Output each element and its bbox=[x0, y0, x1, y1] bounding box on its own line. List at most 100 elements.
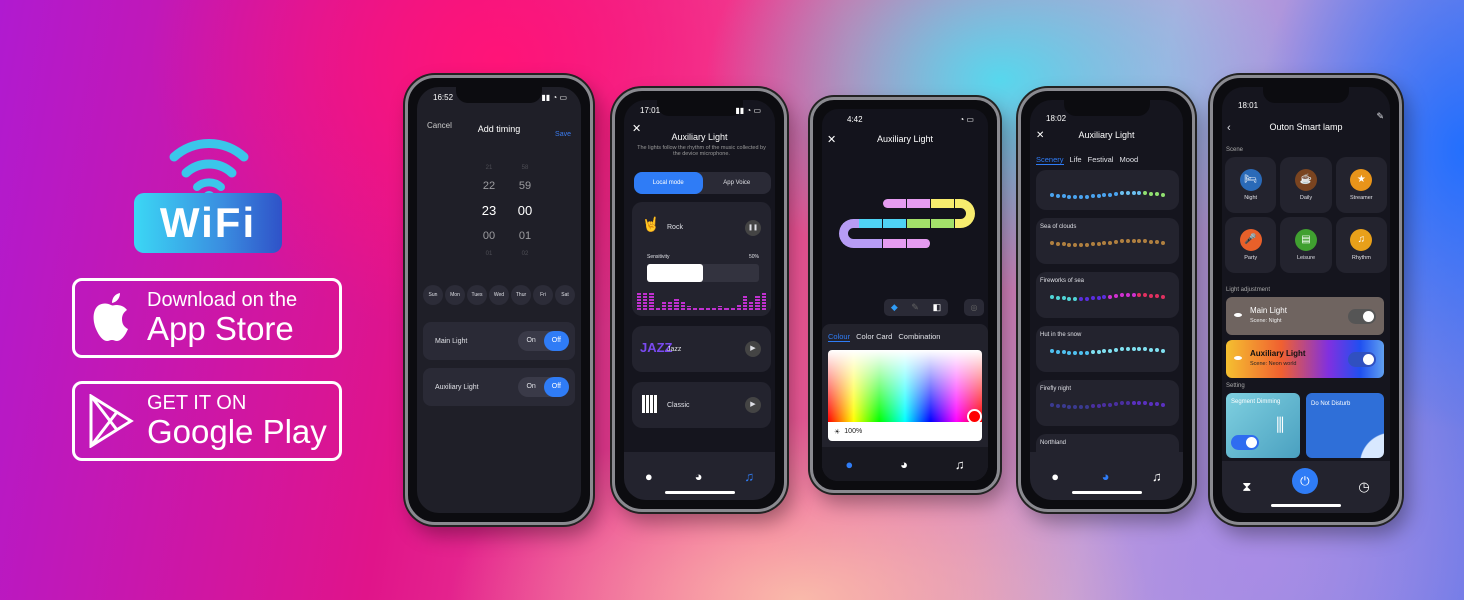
scene-card[interactable] bbox=[1036, 170, 1179, 210]
clock-icon[interactable]: ◷ bbox=[1358, 479, 1369, 495]
timer-icon[interactable]: ⧗ bbox=[1242, 479, 1251, 495]
segment-dimming-card[interactable]: Segment Dimming ⫼ bbox=[1226, 393, 1300, 458]
color-picker[interactable] bbox=[828, 350, 982, 424]
scene-card[interactable]: Sea of clouds bbox=[1036, 218, 1179, 264]
strip-segment[interactable] bbox=[907, 199, 931, 208]
off-option[interactable]: Off bbox=[543, 331, 569, 351]
on-off-toggle[interactable]: On Off bbox=[518, 331, 569, 351]
minute-picker[interactable]: 58 59 00 01 02 bbox=[505, 162, 545, 260]
strip-segment[interactable] bbox=[907, 219, 931, 228]
color-dot bbox=[1131, 239, 1136, 243]
off-option[interactable]: Off bbox=[543, 377, 569, 397]
picker-value[interactable]: 58 bbox=[505, 162, 545, 174]
hour-picker[interactable]: 21 22 23 00 01 bbox=[469, 162, 509, 260]
strip-segment[interactable] bbox=[859, 219, 883, 228]
bulb-icon[interactable]: ● bbox=[645, 469, 653, 484]
day-chip[interactable]: Mon bbox=[445, 285, 465, 305]
scene-card[interactable]: Hut in the snow bbox=[1036, 326, 1179, 372]
tab-local-mode[interactable]: Local mode bbox=[634, 172, 703, 194]
day-chip[interactable]: Wed bbox=[489, 285, 509, 305]
picker-value[interactable]: 59 bbox=[505, 174, 545, 198]
picker-value[interactable]: 02 bbox=[505, 248, 545, 260]
strip-segment[interactable] bbox=[883, 199, 907, 208]
strip-segment[interactable] bbox=[907, 239, 931, 248]
app-store-button[interactable]: Download on the App Store bbox=[72, 278, 342, 358]
play-button[interactable]: ▶ bbox=[745, 341, 761, 357]
color-picker-handle[interactable] bbox=[967, 409, 982, 424]
mode-card-classic[interactable]: Classic ▶ bbox=[632, 382, 771, 428]
music-icon[interactable]: ♫ bbox=[744, 469, 754, 484]
scene-party[interactable]: 🎤 Party bbox=[1225, 217, 1277, 273]
tab-color-card[interactable]: Color Card bbox=[856, 332, 892, 342]
color-dot bbox=[1125, 347, 1130, 351]
segment-dimming-toggle[interactable] bbox=[1231, 435, 1259, 450]
scene-leisure[interactable]: ▤ Leisure bbox=[1280, 217, 1332, 273]
paint-bucket-icon[interactable]: ◆ bbox=[891, 302, 898, 313]
on-option[interactable]: On bbox=[518, 377, 543, 397]
picker-value[interactable]: 01 bbox=[505, 224, 545, 248]
tab-festival[interactable]: Festival bbox=[1088, 155, 1114, 165]
scene-card[interactable]: Fireworks of sea bbox=[1036, 272, 1179, 318]
sensitivity-slider[interactable] bbox=[647, 264, 759, 282]
bulb-icon[interactable]: ● bbox=[845, 457, 853, 472]
mode-card-rock[interactable]: 🤘 Rock ❚❚ Sensitivity 50% bbox=[632, 202, 771, 316]
light-strip-preview[interactable] bbox=[837, 199, 987, 259]
tab-app-voice[interactable]: App Voice bbox=[703, 172, 772, 194]
power-button[interactable]: ⏻ bbox=[1291, 468, 1318, 494]
scene-rhythm[interactable]: ♫ Rhythm bbox=[1335, 217, 1387, 273]
strip-segment[interactable] bbox=[883, 219, 907, 228]
tab-life[interactable]: Life bbox=[1070, 155, 1082, 165]
pen-icon[interactable]: ✎ bbox=[911, 302, 919, 313]
color-dot bbox=[1137, 191, 1142, 195]
picker-value[interactable]: 22 bbox=[469, 174, 509, 198]
day-chip[interactable]: Thur bbox=[511, 285, 531, 305]
color-dot bbox=[1154, 402, 1159, 406]
google-play-button[interactable]: GET IT ON Google Play bbox=[72, 381, 342, 461]
day-chip[interactable]: Fri bbox=[533, 285, 553, 305]
main-light-toggle[interactable] bbox=[1348, 309, 1376, 324]
picker-value[interactable]: 01 bbox=[469, 248, 509, 260]
do-not-disturb-card[interactable]: Do Not Disturb bbox=[1306, 393, 1384, 458]
save-button[interactable]: Save bbox=[555, 131, 571, 138]
strip-segment[interactable] bbox=[931, 219, 955, 228]
tab-colour[interactable]: Colour bbox=[828, 332, 851, 342]
day-chip[interactable]: Tues bbox=[467, 285, 487, 305]
eraser-icon[interactable]: ◧ bbox=[933, 302, 942, 313]
on-option[interactable]: On bbox=[518, 331, 543, 351]
mode-card-jazz[interactable]: JAZZ Jazz ▶ bbox=[632, 326, 771, 372]
record-icon[interactable]: ◎ bbox=[964, 299, 984, 316]
scene-night[interactable]: 🛏 Night bbox=[1225, 157, 1277, 213]
phone-color: 4:42 ◔ ▭ ✕ Auxiliary Light ◆ ✎ ◧ ◎ Colour C… bbox=[810, 97, 1000, 493]
brightness-slider[interactable]: ☀ 100% bbox=[828, 422, 982, 441]
tab-scenery[interactable]: Scenery bbox=[1036, 155, 1064, 165]
palette-icon[interactable]: ◕ bbox=[1102, 469, 1110, 484]
color-dot bbox=[1143, 239, 1148, 243]
scene-streamer[interactable]: ★ Streamer bbox=[1335, 157, 1387, 213]
scene-card[interactable]: Firefly night bbox=[1036, 380, 1179, 426]
tab-mood[interactable]: Mood bbox=[1119, 155, 1138, 165]
pause-button[interactable]: ❚❚ bbox=[745, 220, 761, 236]
strip-segment[interactable] bbox=[931, 199, 955, 208]
auxiliary-light-card[interactable]: Auxiliary Light Scene: Neon world bbox=[1226, 340, 1384, 378]
palette-icon[interactable]: ◕ bbox=[900, 457, 908, 472]
main-light-card[interactable]: Main Light Scene: Night bbox=[1226, 297, 1384, 335]
palette-icon[interactable]: ◕ bbox=[695, 469, 703, 484]
scene-daily[interactable]: ☕ Daily bbox=[1280, 157, 1332, 213]
picker-value[interactable]: 00 bbox=[505, 198, 545, 224]
picker-value[interactable]: 21 bbox=[469, 162, 509, 174]
day-chip[interactable]: Sun bbox=[423, 285, 443, 305]
picker-value[interactable]: 23 bbox=[469, 198, 509, 224]
edit-icon[interactable]: ✎ bbox=[1376, 111, 1384, 122]
color-dot bbox=[1143, 347, 1148, 351]
on-off-toggle[interactable]: On Off bbox=[518, 377, 569, 397]
strip-segment[interactable] bbox=[883, 239, 907, 248]
bulb-icon[interactable]: ● bbox=[1051, 469, 1059, 484]
picker-value[interactable]: 00 bbox=[469, 224, 509, 248]
strip-segment[interactable] bbox=[859, 239, 883, 248]
music-icon[interactable]: ♫ bbox=[955, 457, 965, 472]
tab-combination[interactable]: Combination bbox=[898, 332, 940, 342]
play-button[interactable]: ▶ bbox=[745, 397, 761, 413]
auxiliary-light-toggle[interactable] bbox=[1348, 352, 1376, 367]
music-icon[interactable]: ♫ bbox=[1152, 469, 1162, 484]
day-chip[interactable]: Sat bbox=[555, 285, 575, 305]
